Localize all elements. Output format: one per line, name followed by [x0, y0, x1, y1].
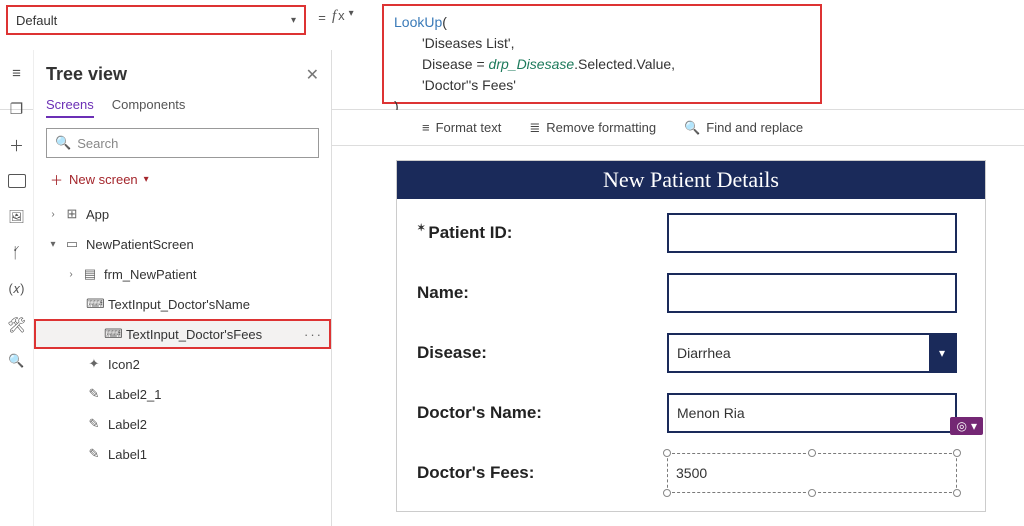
resize-handle[interactable] [953, 449, 961, 457]
resize-handle[interactable] [808, 489, 816, 497]
input-name[interactable] [667, 273, 957, 313]
variables-icon[interactable]: (𝑥) [8, 280, 26, 298]
chevron-down-icon: ▾ [971, 419, 977, 433]
form-icon: ▤ [82, 266, 98, 282]
form-header: New Patient Details [397, 161, 985, 199]
label-icon: ✎ [86, 446, 102, 462]
chevron-down-icon: ▾ [291, 15, 296, 26]
hamburger-icon[interactable]: ≡ [8, 64, 26, 82]
tree-item-app[interactable]: › ⊞ App [46, 199, 319, 229]
data-icon[interactable] [8, 172, 26, 190]
chevron-down-icon: ▾ [349, 8, 354, 19]
tree-title: Tree view ✕ [46, 64, 319, 85]
remove-formatting-button[interactable]: ≣Remove formatting [529, 120, 656, 136]
chevron-right-icon: › [48, 209, 58, 220]
tree-item-icon2[interactable]: ✦ Icon2 [46, 349, 319, 379]
tree-item-textinput-doctorfees[interactable]: ⌨ TextInput_Doctor'sFees ··· [34, 319, 331, 349]
label-doctor-name: Doctor's Name: [417, 403, 667, 423]
resize-handle[interactable] [663, 449, 671, 457]
label-disease: Disease: [417, 343, 667, 363]
search-icon: 🔍 [55, 135, 71, 151]
new-screen-button[interactable]: ＋ New screen ▾ [46, 166, 319, 199]
media-icon[interactable]: 🖼 [8, 208, 26, 226]
input-patient-id[interactable] [667, 213, 957, 253]
tree-view-panel: Tree view ✕ Screens Components 🔍 Search … [34, 50, 332, 526]
resize-handle[interactable] [953, 489, 961, 497]
insert-icon[interactable]: ＋ [8, 136, 26, 154]
format-icon: ≡ [422, 120, 430, 135]
tree-item-label2-1[interactable]: ✎ Label2_1 [46, 379, 319, 409]
tab-components[interactable]: Components [112, 97, 186, 118]
form-card: New Patient Details ✶Patient ID: Name: D… [396, 160, 986, 512]
formula-toolbar: ≡Format text ≣Remove formatting 🔍Find an… [332, 110, 1024, 146]
more-icon[interactable]: ··· [304, 327, 323, 342]
label-doctor-fees: Doctor's Fees: [417, 463, 667, 483]
find-replace-button[interactable]: 🔍Find and replace [684, 120, 803, 136]
property-dropdown-value: Default [16, 13, 57, 28]
left-rail: ≡ ❐ ＋ 🖼 ᚶ (𝑥) 🛠 🔍 [0, 50, 34, 526]
property-dropdown[interactable]: Default ▾ [6, 5, 306, 35]
input-doctor-name[interactable]: Menon Ria [667, 393, 957, 433]
control-badge[interactable]: ◎▾ [950, 417, 983, 435]
input-doctor-fees[interactable]: 3500 [667, 453, 957, 493]
label-icon: ✎ [86, 386, 102, 402]
chevron-down-icon: ▾ [48, 239, 58, 250]
label-name: Name: [417, 283, 667, 303]
close-icon[interactable]: ✕ [306, 65, 319, 85]
chevron-down-icon: ▾ [929, 335, 955, 371]
label-patient-id: ✶Patient ID: [417, 223, 667, 243]
tab-screens[interactable]: Screens [46, 97, 94, 118]
textinput-icon: ⌨ [104, 326, 120, 342]
resize-handle[interactable] [808, 449, 816, 457]
tree-search-input[interactable]: 🔍 Search [46, 128, 319, 158]
app-icon: ⊞ [64, 206, 80, 222]
screen-icon: ▭ [64, 236, 80, 252]
power-automate-icon[interactable]: ᚶ [8, 244, 26, 262]
advanced-tools-icon[interactable]: 🛠 [8, 316, 26, 334]
fx-button[interactable]: fx ▾ [332, 0, 382, 109]
formula-bar[interactable]: LookUp( 'Diseases List', Disease = drp_D… [382, 4, 822, 104]
tree-item-label2[interactable]: ✎ Label2 [46, 409, 319, 439]
search-icon[interactable]: 🔍 [8, 352, 26, 370]
textinput-icon: ⌨ [86, 296, 102, 312]
remove-format-icon: ≣ [529, 120, 540, 136]
icon-icon: ✦ [86, 356, 102, 372]
tree-item-form[interactable]: › ▤ frm_NewPatient [46, 259, 319, 289]
chevron-down-icon: ▾ [144, 174, 149, 185]
format-text-button[interactable]: ≡Format text [422, 120, 501, 135]
search-icon: 🔍 [684, 120, 700, 136]
chevron-right-icon: › [66, 269, 76, 280]
fx-icon: f [332, 8, 336, 25]
tree-item-screen[interactable]: ▾ ▭ NewPatientScreen [46, 229, 319, 259]
tree-view-icon[interactable]: ❐ [8, 100, 26, 118]
tree-item-label1[interactable]: ✎ Label1 [46, 439, 319, 469]
plus-icon: ＋ [50, 170, 63, 189]
label-icon: ✎ [86, 416, 102, 432]
resize-handle[interactable] [663, 489, 671, 497]
dropdown-disease[interactable]: Diarrhea ▾ [667, 333, 957, 373]
tree-item-textinput-doctorname[interactable]: ⌨ TextInput_Doctor'sName [46, 289, 319, 319]
